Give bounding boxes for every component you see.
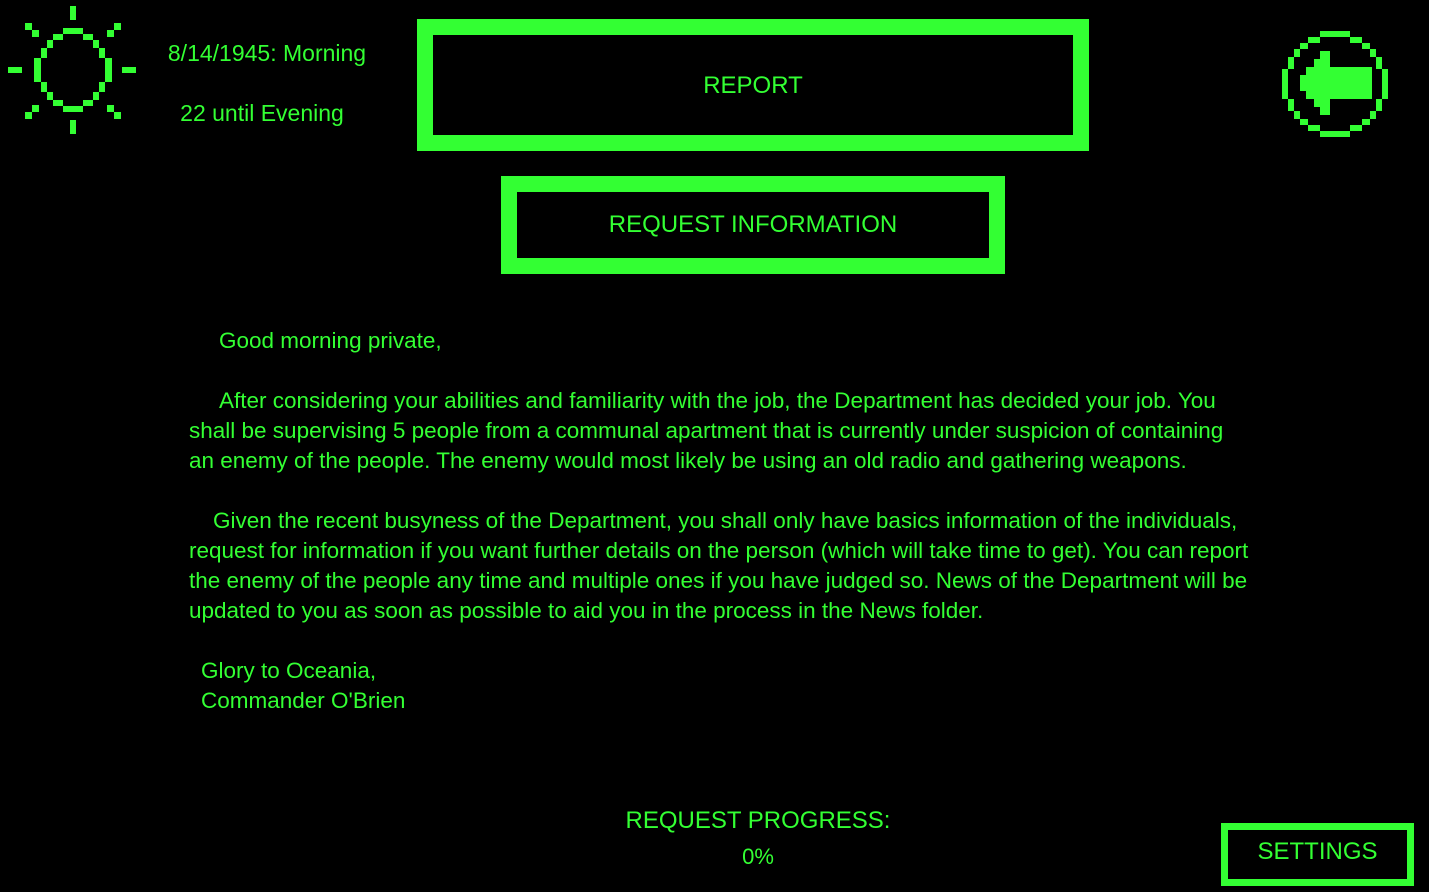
report-button-label: REPORT xyxy=(703,72,803,99)
request-information-button[interactable]: REQUEST INFORMATION xyxy=(501,176,1005,274)
request-progress-value: 0% xyxy=(742,844,774,869)
report-button[interactable]: REPORT xyxy=(417,19,1089,151)
letter-greeting: Good morning private, xyxy=(219,328,442,353)
request-progress-label: REQUEST PROGRESS: xyxy=(625,807,891,834)
settings-button-label: SETTINGS xyxy=(1257,837,1378,865)
letter-closing: Glory to Oceania, xyxy=(201,658,377,683)
date-time-label: 8/14/1945: Morning xyxy=(167,40,367,66)
briefing-letter: Good morning private, After considering … xyxy=(189,326,1249,716)
sun-icon xyxy=(8,6,138,136)
settings-button[interactable]: SETTINGS xyxy=(1221,823,1414,886)
time-remaining-label: 22 until Evening xyxy=(180,100,344,126)
letter-paragraph-1: After considering your abilities and fam… xyxy=(189,388,1224,473)
request-information-label: REQUEST INFORMATION xyxy=(608,211,898,238)
back-arrow-icon[interactable] xyxy=(1280,29,1390,139)
letter-paragraph-2: Given the recent busyness of the Departm… xyxy=(189,508,1249,623)
letter-signature: Commander O'Brien xyxy=(201,688,406,713)
